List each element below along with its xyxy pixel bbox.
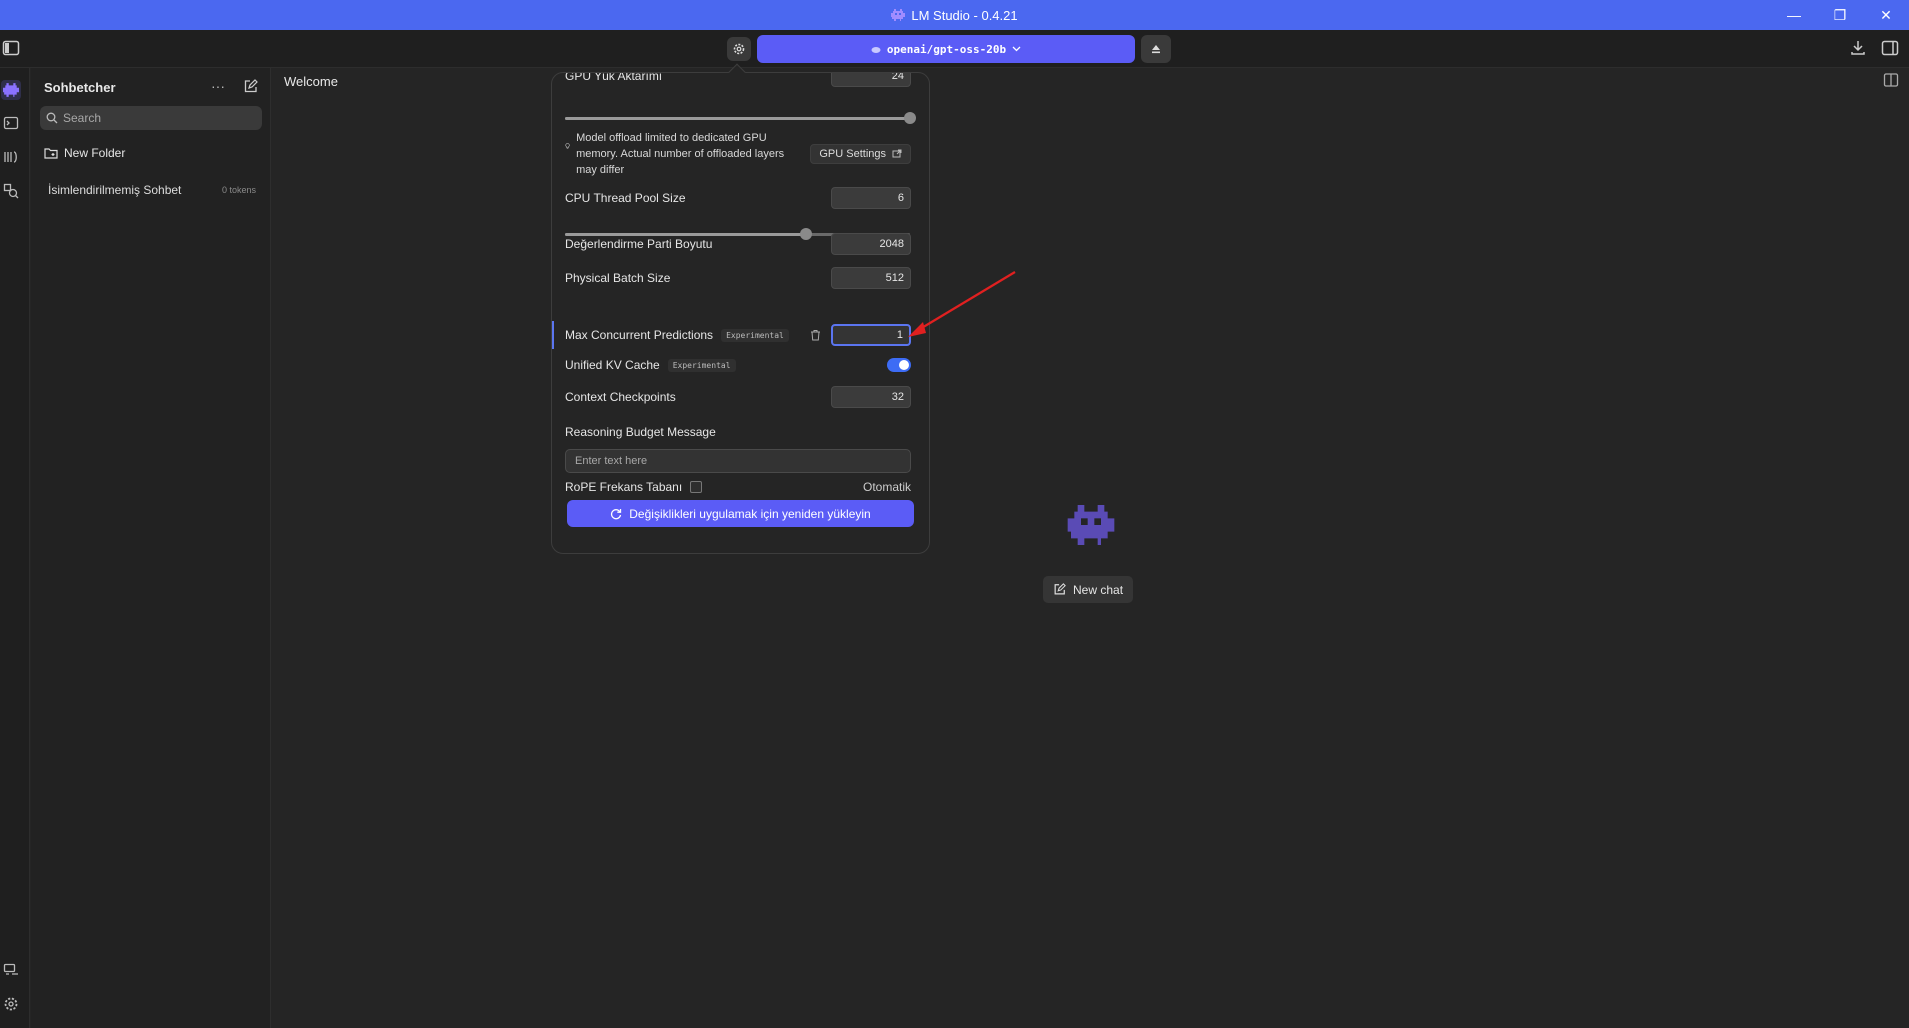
model-selector[interactable]: openai/gpt-oss-20b bbox=[757, 35, 1135, 63]
model-name: openai/gpt-oss-20b bbox=[886, 42, 1007, 56]
settings-gear-icon bbox=[4, 997, 18, 1011]
rail-settings[interactable] bbox=[1, 994, 21, 1014]
more-options-icon[interactable]: ··· bbox=[211, 78, 225, 94]
gpu-offload-input[interactable] bbox=[831, 73, 911, 87]
server-link-icon bbox=[3, 963, 18, 975]
download-icon[interactable] bbox=[1849, 39, 1867, 57]
active-row-indicator bbox=[552, 321, 554, 349]
new-folder-button[interactable]: New Folder bbox=[44, 146, 125, 160]
max-concurrent-label: Max Concurrent Predictions bbox=[565, 328, 714, 342]
edit-icon bbox=[1054, 583, 1066, 595]
terminal-icon bbox=[3, 116, 19, 130]
model-settings-button[interactable] bbox=[727, 37, 751, 61]
sidebar-title: Sohbetcher bbox=[44, 80, 116, 95]
chats-sidebar: Sohbetcher ··· New Folder İsimlendirilme… bbox=[31, 68, 271, 1028]
refresh-icon bbox=[611, 508, 622, 519]
chat-token-count: 0 tokens bbox=[221, 185, 256, 195]
chevron-down-icon bbox=[1012, 46, 1021, 52]
context-checkpoints-input[interactable] bbox=[831, 386, 911, 408]
offload-note-text: Model offload limited to dedicated GPU m… bbox=[576, 132, 785, 176]
discover-icon bbox=[3, 183, 19, 199]
lmstudio-logo-icon bbox=[891, 9, 906, 21]
lmstudio-mascot-icon bbox=[1067, 505, 1115, 545]
search-icon bbox=[46, 112, 58, 124]
chat-name: İsimlendirilmemiş Sohbet bbox=[48, 183, 182, 197]
app-rail bbox=[0, 68, 30, 1028]
rope-checkbox[interactable] bbox=[690, 481, 703, 493]
external-link-icon bbox=[892, 149, 902, 158]
max-concurrent-row: Max Concurrent Predictions Experimental bbox=[565, 324, 911, 346]
rope-row: RoPE Frekans Tabanı Otomatik bbox=[565, 480, 911, 494]
rail-developer[interactable] bbox=[1, 113, 21, 133]
sidebar-toggle-icon[interactable] bbox=[2, 39, 20, 57]
lightbulb-icon bbox=[565, 143, 570, 149]
chat-mascot-icon bbox=[3, 83, 19, 97]
search-input[interactable] bbox=[63, 111, 243, 125]
physical-batch-input[interactable] bbox=[831, 267, 911, 289]
rope-label: RoPE Frekans Tabanı bbox=[565, 480, 683, 494]
annotation-arrow bbox=[908, 271, 1016, 337]
reload-to-apply-button[interactable]: Değişiklikleri uygulamak için yeniden yü… bbox=[567, 500, 914, 527]
cloud-icon bbox=[871, 47, 881, 53]
eject-button[interactable] bbox=[1141, 35, 1171, 63]
new-folder-label: New Folder bbox=[64, 146, 126, 160]
split-view-icon[interactable] bbox=[1883, 72, 1899, 88]
title-bar: LM Studio - 0.4.21 — ❐ ✕ bbox=[0, 0, 1909, 30]
experimental-badge: Experimental bbox=[721, 328, 789, 342]
physical-batch-row: Physical Batch Size bbox=[565, 267, 911, 289]
window-title-text: LM Studio - 0.4.21 bbox=[911, 7, 1018, 23]
eval-batch-input[interactable] bbox=[831, 233, 911, 255]
gpu-settings-label: GPU Settings bbox=[819, 148, 886, 160]
new-chat-icon[interactable] bbox=[243, 79, 258, 94]
eval-batch-label: Değerlendirme Parti Boyutu bbox=[565, 237, 713, 251]
new-chat-button[interactable]: New chat bbox=[1043, 576, 1134, 603]
rope-value: Otomatik bbox=[862, 480, 911, 494]
window-title: LM Studio - 0.4.21 bbox=[891, 7, 1018, 23]
cpu-thread-row: CPU Thread Pool Size bbox=[565, 187, 911, 209]
gpu-settings-button[interactable]: GPU Settings bbox=[810, 144, 911, 164]
unified-kv-toggle[interactable] bbox=[887, 358, 911, 372]
eject-icon bbox=[1152, 45, 1160, 54]
gpu-offload-slider[interactable] bbox=[565, 112, 916, 124]
cpu-thread-input[interactable] bbox=[831, 187, 911, 209]
new-chat-label: New chat bbox=[1073, 582, 1124, 597]
rail-chat[interactable] bbox=[1, 80, 21, 100]
gear-icon bbox=[733, 43, 745, 55]
context-checkpoints-row: Context Checkpoints bbox=[565, 386, 911, 408]
search-box[interactable] bbox=[40, 106, 262, 130]
rail-models[interactable] bbox=[1, 147, 21, 167]
trash-icon[interactable] bbox=[810, 329, 821, 341]
close-icon[interactable]: ✕ bbox=[1863, 0, 1909, 30]
restore-icon[interactable]: ❐ bbox=[1817, 0, 1863, 30]
chat-list-item[interactable]: İsimlendirilmemiş Sohbet 0 tokens bbox=[40, 178, 262, 202]
reload-label: Değişiklikleri uygulamak için yeniden yü… bbox=[629, 506, 871, 521]
minimize-icon[interactable]: — bbox=[1771, 0, 1817, 30]
model-settings-popover: GPU Yük Aktarımı Model offload limited t… bbox=[551, 72, 930, 554]
gpu-offload-slider-fill bbox=[565, 117, 910, 120]
max-concurrent-input[interactable] bbox=[831, 324, 911, 346]
gpu-offload-slider-thumb[interactable] bbox=[904, 112, 916, 124]
unified-kv-label: Unified KV Cache bbox=[565, 358, 660, 372]
context-checkpoints-label: Context Checkpoints bbox=[565, 390, 676, 404]
right-panel-icon[interactable] bbox=[1881, 39, 1899, 57]
folder-plus-icon bbox=[44, 147, 58, 159]
rail-discover[interactable] bbox=[1, 181, 21, 201]
unified-kv-row: Unified KV Cache Experimental bbox=[565, 358, 911, 372]
page-title: Welcome bbox=[284, 74, 338, 89]
library-icon bbox=[4, 151, 17, 163]
reasoning-budget-input[interactable] bbox=[565, 449, 911, 473]
physical-batch-label: Physical Batch Size bbox=[565, 271, 671, 285]
offload-note: Model offload limited to dedicated GPU m… bbox=[565, 130, 911, 178]
experimental-badge: Experimental bbox=[667, 358, 736, 372]
cpu-thread-label: CPU Thread Pool Size bbox=[565, 191, 686, 205]
eval-batch-row: Değerlendirme Parti Boyutu bbox=[565, 233, 911, 255]
top-toolbar: openai/gpt-oss-20b bbox=[0, 30, 1909, 68]
reasoning-budget-label: Reasoning Budget Message bbox=[565, 425, 716, 439]
rail-runtime[interactable] bbox=[1, 960, 21, 980]
reasoning-budget-row: Reasoning Budget Message bbox=[565, 425, 911, 439]
gpu-offload-label: GPU Yük Aktarımı bbox=[565, 72, 663, 83]
